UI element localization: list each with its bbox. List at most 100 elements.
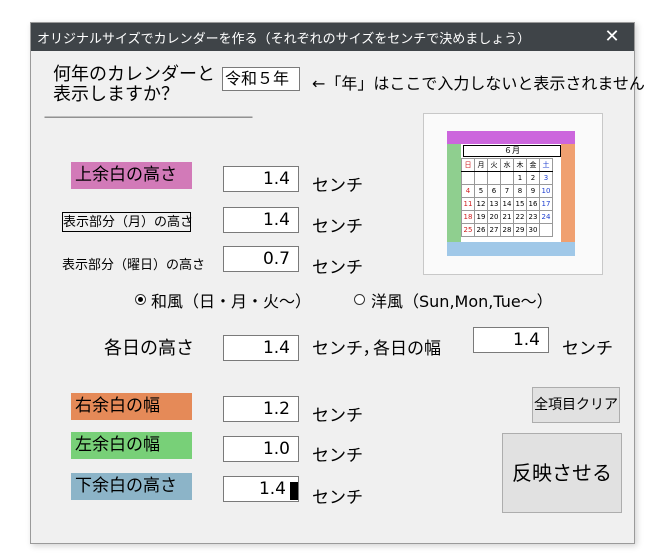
calendar-preview: ６月 日月火水木金土 1 2 3 4 5 6 7 8 9 10 11 12 13 14 15 16 17 18 19 2… (423, 113, 603, 275)
preview-day-cell: 9 (526, 184, 540, 198)
month-area-input[interactable]: 1.4 (223, 207, 299, 233)
preview-week-row: 4 5 6 7 8 9 10 (461, 184, 553, 198)
preview-top-margin (447, 131, 575, 144)
window-title: オリジナルサイズでカレンダーを作る（それぞれのサイズをセンチで決めましょう） (37, 32, 531, 47)
preview-weekday-cell: 土 (539, 158, 553, 172)
close-icon: ✕ (604, 26, 620, 47)
day-width-input[interactable]: 1.4 (473, 327, 549, 353)
left-margin-label-text: 左余白の幅 (75, 435, 160, 455)
preview-day-cell (474, 171, 488, 185)
era-prompt-line2: 表示しますか？ (53, 84, 179, 105)
weekday-area-label: 表示部分（曜日）の高さ (62, 258, 206, 273)
preview-day-cell: 16 (526, 197, 540, 211)
preview-day-cell (539, 223, 553, 237)
preview-day-cell: 29 (513, 223, 527, 237)
left-margin-label: 左余白の幅 (71, 432, 192, 459)
right-margin-input[interactable]: 1.2 (223, 396, 299, 422)
preview-week-row: 18 19 20 21 22 23 24 (461, 210, 553, 224)
preview-bottom-margin (447, 242, 575, 256)
day-width-unit: センチ (562, 339, 613, 359)
preview-weekday-cell: 木 (513, 158, 527, 172)
clear-all-button[interactable]: 全項目クリア (532, 387, 620, 423)
left-margin-input[interactable]: 1.0 (223, 436, 299, 462)
preview-day-cell: 5 (474, 184, 488, 198)
preview-day-cell: 8 (513, 184, 527, 198)
preview-day-cell: 24 (539, 210, 553, 224)
preview-day-cell (487, 171, 501, 185)
preview-week-row: 11 12 13 14 15 16 17 (461, 197, 553, 211)
left-margin-unit: センチ (312, 446, 363, 466)
era-input[interactable]: 令和５年 (222, 67, 300, 91)
preview-body: ６月 日月火水木金土 1 2 3 4 5 6 7 8 9 10 11 12 13 14 15 16 17 18 19 2… (461, 144, 561, 242)
preview-day-cell: 12 (474, 197, 488, 211)
top-margin-unit: センチ (312, 176, 363, 196)
western-style-radio[interactable] (354, 294, 365, 305)
preview-day-cell: 2 (526, 171, 540, 185)
preview-right-margin (561, 144, 575, 242)
preview-day-cell: 21 (500, 210, 514, 224)
japanese-style-label[interactable]: 和風（日・月・火～） (151, 288, 311, 312)
preview-day-cell: 28 (500, 223, 514, 237)
preview-day-cell: 7 (500, 184, 514, 198)
day-height-unit: センチ， (312, 339, 380, 359)
preview-weekday-cell: 月 (474, 158, 488, 172)
preview-weekday-cell: 水 (500, 158, 514, 172)
preview-day-cell (500, 171, 514, 185)
day-height-input[interactable]: 1.4 (223, 335, 299, 361)
preview-day-cell: 13 (487, 197, 501, 211)
right-margin-label-text: 右余白の幅 (75, 396, 160, 416)
right-margin-label: 右余白の幅 (71, 393, 192, 420)
preview-day-cell: 22 (513, 210, 527, 224)
preview-day-cell: 30 (526, 223, 540, 237)
preview-day-cell: 6 (487, 184, 501, 198)
preview-day-cell: 26 (474, 223, 488, 237)
preview-weekday-cell: 火 (487, 158, 501, 172)
close-button[interactable]: ✕ (590, 23, 634, 51)
right-margin-unit: センチ (312, 406, 363, 426)
calendar-size-dialog: オリジナルサイズでカレンダーを作る（それぞれのサイズをセンチで決めましょう） ✕… (30, 22, 645, 544)
month-area-unit: センチ (312, 217, 363, 237)
bottom-margin-label-text: 下余白の高さ (75, 476, 177, 496)
preview-day-cell: 10 (539, 184, 553, 198)
preview-calendar: ６月 日月火水木金土 1 2 3 4 5 6 7 8 9 10 11 12 13 14 15 16 17 18 19 2… (447, 131, 575, 256)
top-margin-input[interactable]: 1.4 (223, 166, 299, 192)
title-bar: オリジナルサイズでカレンダーを作る（それぞれのサイズをセンチで決めましょう） ✕ (31, 23, 634, 51)
preview-left-margin (447, 144, 461, 242)
era-prompt: 何年のカレンダーと 表示しますか？ (53, 65, 215, 105)
japanese-style-radio[interactable] (135, 294, 146, 305)
preview-day-cell: 11 (461, 197, 475, 211)
top-margin-label: 上余白の高さ (71, 162, 192, 189)
month-area-label: 表示部分（月）の高さ (62, 212, 193, 232)
separator-line: －－－－－－－－－－－－－－－－－－－－－－－－－－ (43, 111, 254, 124)
bottom-margin-unit: センチ (312, 488, 363, 508)
preview-day-cell: 1 (513, 171, 527, 185)
preview-day-cell: 4 (461, 184, 475, 198)
preview-week-row: 25 26 27 28 29 30 (461, 223, 553, 237)
day-height-label: 各日の高さ (104, 338, 194, 359)
text-cursor (290, 482, 298, 500)
weekday-area-input[interactable]: 0.7 (223, 246, 299, 272)
preview-grid: 日月火水木金土 1 2 3 4 5 6 7 8 9 10 11 12 13 14 15 16 17 18 19 20 21… (461, 158, 553, 237)
preview-weekday-cell: 日 (461, 158, 475, 172)
preview-day-cell: 18 (461, 210, 475, 224)
preview-day-cell: 20 (487, 210, 501, 224)
era-note: ←「年」はここで入力しないと表示されません。 (312, 74, 645, 93)
preview-day-cell: 14 (500, 197, 514, 211)
preview-day-cell: 17 (539, 197, 553, 211)
preview-day-cell: 27 (487, 223, 501, 237)
preview-weekday-row: 日月火水木金土 (461, 158, 553, 172)
bottom-margin-input[interactable]: 1.4 (223, 476, 299, 502)
weekday-area-unit: センチ (312, 258, 363, 278)
apply-button[interactable]: 反映させる (502, 433, 622, 513)
preview-day-cell: 19 (474, 210, 488, 224)
preview-day-cell: 3 (539, 171, 553, 185)
bottom-margin-label: 下余白の高さ (71, 473, 192, 500)
preview-day-cell (461, 171, 475, 185)
preview-day-cell: 15 (513, 197, 527, 211)
preview-day-cell: 23 (526, 210, 540, 224)
top-margin-label-text: 上余白の高さ (75, 165, 177, 185)
western-style-label[interactable]: 洋風（Sun,Mon,Tue～） (371, 288, 553, 312)
preview-day-cell: 25 (461, 223, 475, 237)
preview-month-label: ６月 (463, 145, 561, 157)
day-width-label: 各日の幅 (373, 339, 441, 359)
